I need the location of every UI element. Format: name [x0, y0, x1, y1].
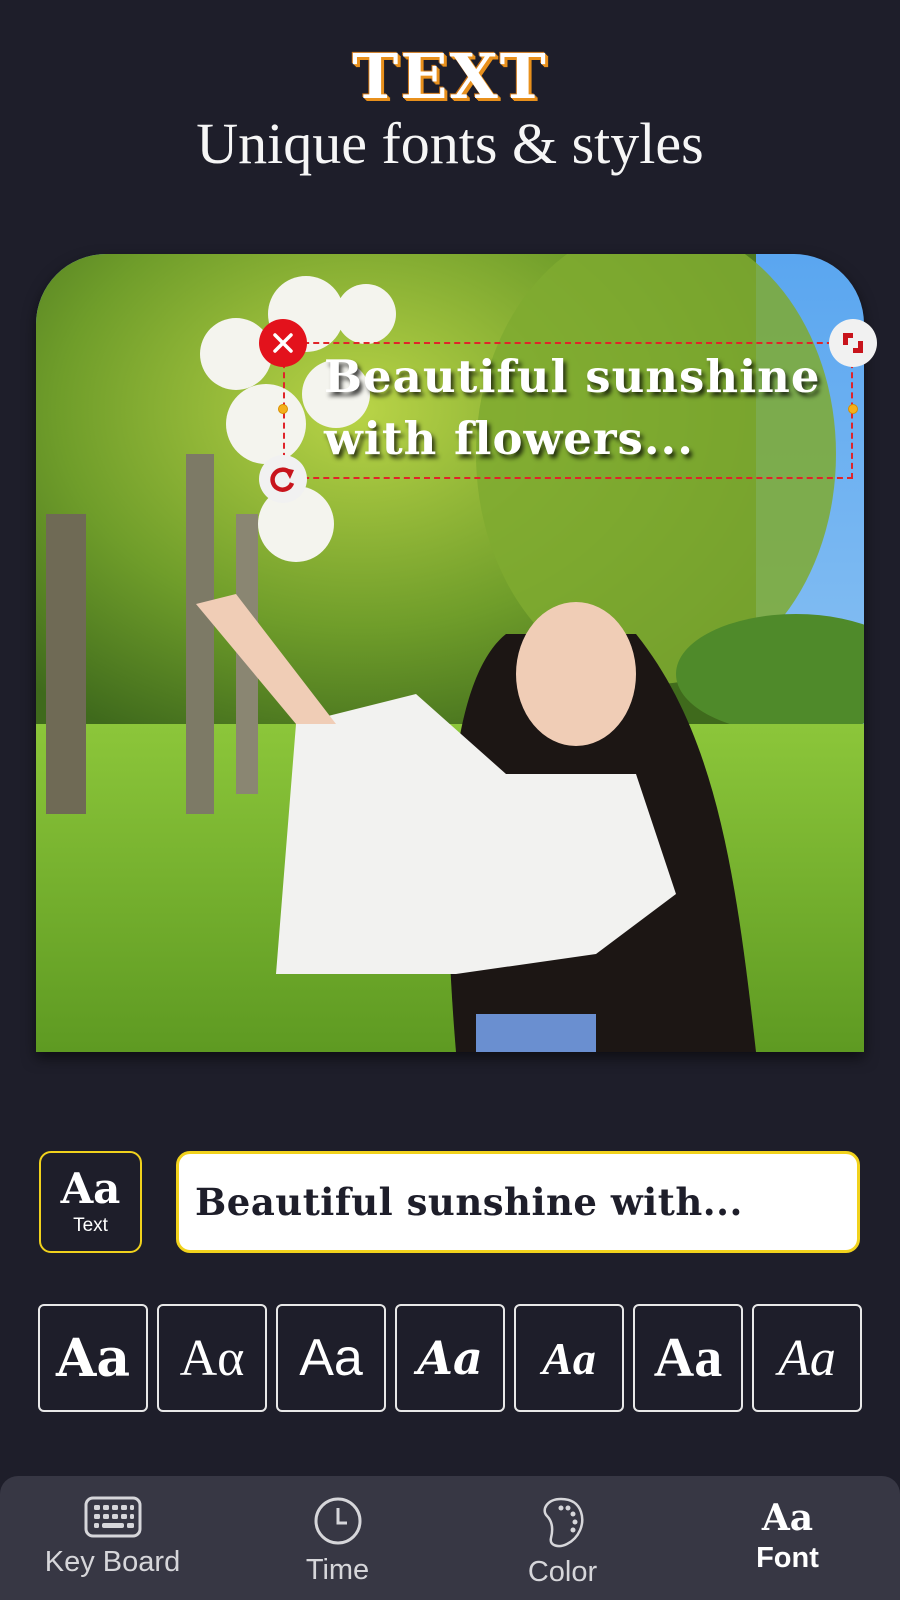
text-type-glyph: Aa — [60, 1164, 121, 1213]
hero-title: TEXT — [352, 40, 548, 113]
font-option-1[interactable]: Aa — [38, 1304, 148, 1412]
right-resize-handle[interactable] — [848, 404, 858, 414]
palette-icon — [542, 1497, 583, 1548]
overlay-text[interactable]: Beautiful sunshine with flowers... — [324, 346, 844, 470]
font-style-list: Aa Aα Aa Aa Aa Aa Aa — [38, 1304, 862, 1412]
nav-item-keyboard[interactable]: Key Board — [0, 1476, 225, 1600]
bottom-nav: Key Board Time Color Aa Font — [0, 1476, 900, 1600]
font-icon: Aa — [761, 1497, 814, 1539]
nav-label-time: Time — [305, 1554, 370, 1586]
hero-subtitle: Unique fonts & styles — [196, 111, 704, 176]
clock-icon — [314, 1497, 361, 1545]
resize-text-button[interactable] — [829, 319, 877, 367]
keyboard-icon — [84, 1496, 141, 1538]
text-type-button[interactable]: Aa Text — [39, 1151, 142, 1253]
overlay-text-line: with flowers... — [324, 412, 694, 465]
font-option-3[interactable]: Aa — [276, 1304, 386, 1412]
left-resize-handle[interactable] — [278, 404, 288, 414]
overlay-text-line: Beautiful sunshine — [324, 350, 821, 403]
nav-item-color[interactable]: Color — [450, 1476, 675, 1600]
resize-icon — [843, 333, 863, 353]
font-option-2[interactable]: Aα — [157, 1304, 267, 1412]
nav-label-color: Color — [527, 1556, 598, 1588]
text-input[interactable]: Beautiful sunshine with... — [176, 1151, 860, 1253]
close-icon — [273, 333, 293, 353]
rotate-text-button[interactable] — [259, 455, 307, 503]
font-option-6[interactable]: Aa — [633, 1304, 743, 1412]
nav-label-keyboard: Key Board — [44, 1546, 181, 1578]
nav-label-font: Font — [756, 1542, 819, 1574]
text-type-label: Text — [73, 1215, 108, 1236]
delete-text-button[interactable] — [259, 319, 307, 367]
rotate-icon — [270, 467, 295, 492]
font-option-7[interactable]: Aa — [752, 1304, 862, 1412]
nav-item-font[interactable]: Aa Font — [675, 1476, 900, 1600]
font-option-4[interactable]: Aa — [395, 1304, 505, 1412]
nav-item-time[interactable]: Time — [225, 1476, 450, 1600]
font-option-5[interactable]: Aa — [514, 1304, 624, 1412]
